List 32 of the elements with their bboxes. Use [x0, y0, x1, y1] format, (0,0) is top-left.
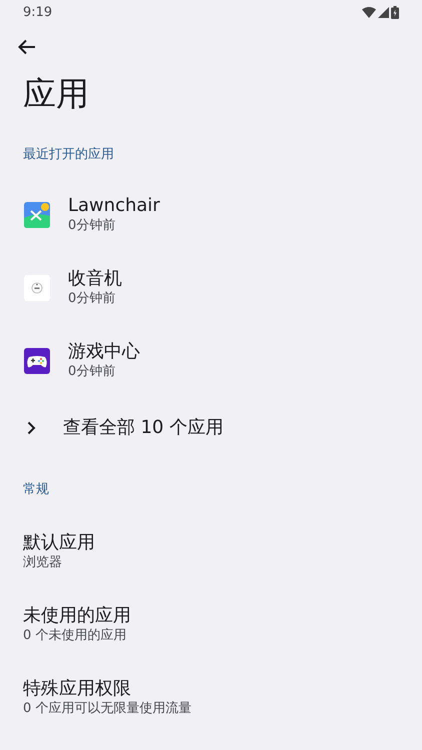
section-header: 常规 — [22, 480, 50, 498]
item-summary: 0 个应用可以无限量使用流量 — [23, 700, 192, 718]
app-icon — [24, 275, 50, 301]
item-title: 未使用的应用 — [23, 604, 132, 627]
app-name: 游戏中心 — [68, 341, 140, 363]
item-summary: 0 个未使用的应用 — [23, 627, 128, 645]
app-name: 收音机 — [68, 268, 122, 290]
back-arrow-icon — [18, 39, 36, 55]
battery-icon — [391, 6, 399, 19]
item-title: 特殊应用权限 — [23, 677, 132, 700]
signal-icon — [378, 7, 389, 18]
wifi-icon — [362, 7, 376, 18]
app-list-item[interactable]: Lawnchair 0分钟前 — [0, 178, 422, 252]
settings-list-item[interactable]: 未使用的应用 0 个未使用的应用 — [0, 588, 422, 661]
page-title: 应用 — [22, 73, 90, 115]
app-last-used: 0分钟前 — [68, 217, 116, 235]
app-name: Lawnchair — [68, 195, 160, 217]
item-summary: 浏览器 — [23, 554, 63, 572]
settings-list-item[interactable]: 特殊应用权限 0 个应用可以无限量使用流量 — [0, 661, 422, 734]
status-time: 9:19 — [23, 4, 52, 22]
section-header: 最近打开的应用 — [22, 146, 115, 164]
settings-list-item[interactable]: 默认应用 浏览器 — [0, 515, 422, 588]
app-list-item[interactable]: 游戏中心 0分钟前 — [0, 324, 422, 398]
gamepad-icon — [24, 348, 50, 374]
see-all-label: 查看全部 10 个应用 — [63, 416, 224, 440]
item-title: 默认应用 — [23, 531, 96, 554]
app-list-item[interactable]: 收音机 0分钟前 — [0, 252, 422, 324]
chevron-right-icon — [27, 420, 36, 434]
app-last-used: 0分钟前 — [68, 290, 116, 308]
app-last-used: 0分钟前 — [68, 363, 116, 381]
see-all-apps-item[interactable]: 查看全部 10 个应用 — [0, 398, 422, 458]
app-icon — [24, 202, 50, 228]
